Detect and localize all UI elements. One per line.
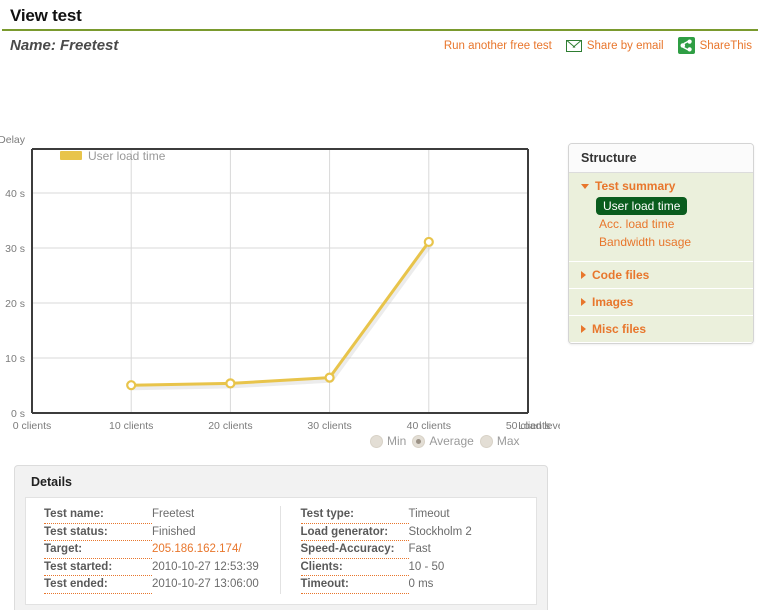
radio-max-label: Max <box>496 434 520 448</box>
structure-section-code-files[interactable]: Code files <box>569 262 753 289</box>
structure-section-images-header[interactable]: Images <box>581 295 753 309</box>
svg-text:30 clients: 30 clients <box>307 420 351 432</box>
svg-text:10 clients: 10 clients <box>109 420 153 432</box>
radio-average-dot[interactable] <box>412 434 426 448</box>
radio-min[interactable]: Min <box>370 434 406 448</box>
radio-min-dot[interactable] <box>370 434 383 448</box>
structure-panel: Structure Test summary User load time Ac… <box>568 143 754 344</box>
detail-value-target[interactable]: 205.186.162.174/ <box>152 541 242 559</box>
details-column-left: Test name: Freetest Test status: Finishe… <box>26 506 280 594</box>
header-actions: Run another free test Share by email Sha… <box>444 37 752 54</box>
detail-label-test-status[interactable]: Test status: <box>44 524 152 541</box>
detail-label-test-name[interactable]: Test name: <box>44 506 152 524</box>
mail-icon <box>565 39 582 52</box>
chart-canvas[interactable]: 0 s 10 s 20 s 30 s 40 s Delay 0 clients 10 clie… <box>0 61 560 461</box>
structure-section-code-files-label: Code files <box>592 268 650 282</box>
detail-row-clients: Clients: 10 - 50 <box>300 559 537 576</box>
radio-max[interactable]: Max <box>479 434 520 448</box>
detail-row-test-type: Test type: Timeout <box>300 506 537 524</box>
structure-item-acc-load-time[interactable]: Acc. load time <box>599 215 674 233</box>
sharethis-link[interactable]: ShareThis <box>700 40 752 52</box>
svg-text:20 clients: 20 clients <box>208 420 252 432</box>
structure-section-code-files-header[interactable]: Code files <box>581 268 753 282</box>
detail-value-test-status: Finished <box>152 525 196 538</box>
share-by-email-action[interactable]: Share by email <box>565 39 664 52</box>
structure-panel-title: Structure <box>569 144 753 173</box>
detail-label-speed-accuracy[interactable]: Speed-Accuracy: <box>300 541 409 559</box>
share-icon <box>677 37 695 54</box>
detail-value-speed-accuracy: Fast <box>408 543 431 555</box>
details-column-right: Test type: Timeout Load generator: Stock… <box>279 506 537 594</box>
structure-item-user-load-time[interactable]: User load time <box>596 197 688 215</box>
structure-section-images[interactable]: Images <box>569 289 753 316</box>
structure-section-misc-files[interactable]: Misc files <box>569 316 753 343</box>
subheader-row: Name: Freetest Run another free test Sha… <box>0 31 760 61</box>
detail-value-test-type: Timeout <box>408 508 450 520</box>
svg-text:User load time: User load time <box>88 149 166 163</box>
detail-value-test-started: 2010-10-27 12:53:39 <box>152 560 259 573</box>
metric-radio-group[interactable]: Min Average Max <box>370 434 520 448</box>
details-panel: Details Test name: Freetest Test status:… <box>14 465 548 610</box>
structure-section-images-label: Images <box>592 295 634 309</box>
chevron-right-icon <box>581 325 586 333</box>
detail-label-clients[interactable]: Clients: <box>300 559 409 576</box>
detail-row-test-status: Test status: Finished <box>44 524 280 541</box>
structure-section-test-summary-header[interactable]: Test summary <box>581 179 753 193</box>
detail-label-test-started[interactable]: Test started: <box>44 559 152 576</box>
details-title: Details <box>31 475 72 489</box>
detail-label-test-type[interactable]: Test type: <box>300 506 409 524</box>
structure-section-test-summary-label: Test summary <box>595 179 676 193</box>
detail-row-test-name: Test name: Freetest <box>44 506 280 524</box>
test-name-label: Name: Freetest <box>10 37 119 54</box>
detail-label-timeout[interactable]: Timeout: <box>300 576 409 594</box>
radio-max-dot[interactable] <box>479 434 493 448</box>
sharethis-action[interactable]: ShareThis <box>677 37 752 54</box>
radio-average[interactable]: Average <box>412 434 474 448</box>
svg-text:10 s: 10 s <box>5 353 25 365</box>
radio-average-label: Average <box>429 434 474 448</box>
svg-text:0 clients: 0 clients <box>13 420 52 432</box>
load-time-chart: 0 s 10 s 20 s 30 s 40 s Delay 0 clients 10 clie… <box>0 61 560 432</box>
structure-section-test-summary[interactable]: Test summary User load time Acc. load ti… <box>569 173 753 262</box>
detail-row-load-generator: Load generator: Stockholm 2 <box>300 524 537 541</box>
detail-value-test-name: Freetest <box>152 508 195 520</box>
svg-text:30 s: 30 s <box>5 243 25 255</box>
detail-row-test-ended: Test ended: 2010-10-27 13:06:00 <box>44 576 280 594</box>
page-title: View test <box>10 6 82 25</box>
svg-text:20 s: 20 s <box>5 298 25 310</box>
detail-label-target[interactable]: Target: <box>44 541 152 559</box>
detail-row-test-started: Test started: 2010-10-27 12:53:39 <box>44 559 280 576</box>
detail-value-timeout: 0 ms <box>408 578 434 590</box>
detail-row-target: Target: 205.186.162.174/ <box>44 541 280 559</box>
svg-text:0 s: 0 s <box>11 408 25 420</box>
details-box: Test name: Freetest Test status: Finishe… <box>25 497 537 605</box>
svg-text:Load level: Load level <box>518 420 560 432</box>
detail-value-clients: 10 - 50 <box>408 560 445 573</box>
share-by-email-link[interactable]: Share by email <box>587 40 664 52</box>
detail-label-load-generator[interactable]: Load generator: <box>300 524 409 541</box>
structure-section-misc-files-header[interactable]: Misc files <box>581 322 753 336</box>
chevron-down-icon <box>581 183 589 189</box>
svg-text:40 s: 40 s <box>5 188 25 200</box>
detail-row-speed-accuracy: Speed-Accuracy: Fast <box>300 541 537 559</box>
detail-row-timeout: Timeout: 0 ms <box>300 576 537 594</box>
detail-value-test-ended: 2010-10-27 13:06:00 <box>152 578 259 590</box>
chevron-right-icon <box>581 271 586 279</box>
run-another-free-test-link[interactable]: Run another free test <box>444 40 552 52</box>
radio-min-label: Min <box>387 434 407 448</box>
structure-section-misc-files-label: Misc files <box>592 322 647 336</box>
structure-children-test-summary: User load time Acc. load time Bandwidth … <box>581 193 753 251</box>
detail-value-load-generator: Stockholm 2 <box>408 525 472 538</box>
structure-item-bandwidth-usage[interactable]: Bandwidth usage <box>599 233 691 251</box>
svg-text:Delay: Delay <box>0 134 26 146</box>
chevron-right-icon <box>581 298 586 306</box>
detail-label-test-ended[interactable]: Test ended: <box>44 576 152 594</box>
svg-text:40 clients: 40 clients <box>407 420 451 432</box>
